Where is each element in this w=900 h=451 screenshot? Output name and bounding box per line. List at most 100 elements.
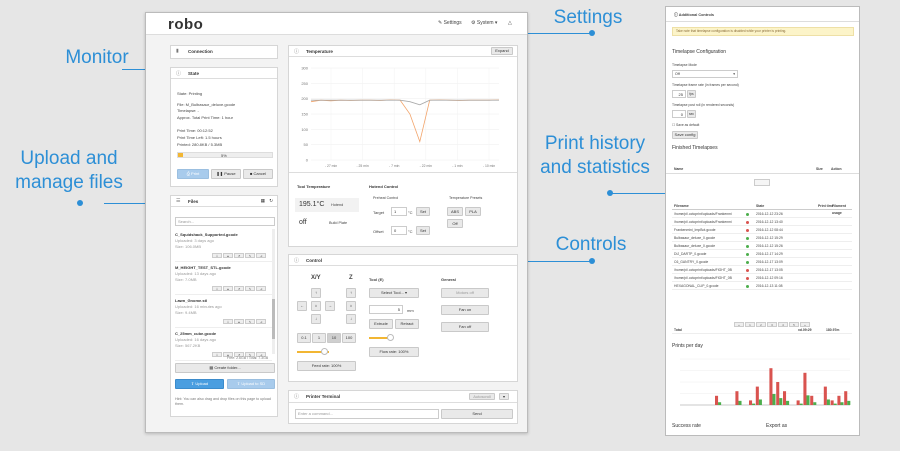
upload-sd-button[interactable]: ⇧ Upload to SD bbox=[227, 379, 275, 389]
system-menu[interactable]: ⚙ System ▾ bbox=[471, 20, 497, 26]
bar-failed bbox=[769, 368, 773, 405]
extrude-button[interactable]: Extrude bbox=[369, 319, 393, 329]
table-row[interactable]: HEXAGONAL_CLIP_0.gcode 2016-12-13 11:08 bbox=[672, 283, 852, 290]
list-item[interactable]: Lawn_Gnome.stl Uploaded: 16 minutes ago … bbox=[175, 295, 272, 328]
file-actions[interactable]: ⇩ ▲ ↺ ✎ ⇥ bbox=[212, 277, 267, 295]
bar-success bbox=[779, 398, 783, 405]
table-row[interactable]: /home/pi/.octoprint/uploads/Frankenmi 201… bbox=[672, 211, 852, 218]
upload-button[interactable]: ⇧ Upload bbox=[175, 379, 224, 389]
refresh-icon[interactable]: ↻ bbox=[269, 198, 273, 204]
cancel-button[interactable]: ■ Cancel bbox=[243, 169, 273, 179]
step-button[interactable]: 0.1 bbox=[297, 333, 311, 343]
pause-button[interactable]: ❚❚ Pause bbox=[211, 169, 241, 179]
history-pagination[interactable]: «1 2 3 4 5» bbox=[734, 313, 818, 327]
home-xy-button[interactable]: ⌂ bbox=[311, 301, 321, 311]
fan-on-button[interactable]: Fan on bbox=[441, 305, 489, 315]
y-tick-label: 100 bbox=[301, 127, 308, 132]
status-badge bbox=[746, 243, 749, 250]
jog-x-plus[interactable]: → bbox=[325, 301, 335, 311]
table-row[interactable]: DIJ_DARTP_0.gcode 2016-12-17 14:29 bbox=[672, 251, 852, 258]
table-row[interactable]: /home/pi/.octoprint/uploads/Frankenmi 201… bbox=[672, 219, 852, 226]
pagination[interactable] bbox=[754, 179, 770, 186]
step-button[interactable]: 10 bbox=[327, 333, 341, 343]
connection-panel[interactable]: ▮ Connection bbox=[170, 45, 278, 59]
step-button[interactable]: 100 bbox=[342, 333, 356, 343]
abs-preset-button[interactable]: ABS bbox=[447, 207, 463, 216]
extrude-amount-input[interactable]: 5 bbox=[369, 305, 403, 314]
offset-input[interactable]: 0 bbox=[391, 226, 407, 235]
file-actions[interactable]: ⇩ ▲ ✎ ⇥ bbox=[223, 310, 267, 328]
fps-label: Timelapse frame rate (in frames per seco… bbox=[672, 83, 739, 87]
unit-label: °C bbox=[408, 210, 413, 215]
callout-dot bbox=[589, 258, 595, 264]
table-row[interactable]: C6_GANTRY_0.gcode 2016-12-17 13:09 bbox=[672, 259, 852, 266]
state-line: Print Time: 00:12:52 bbox=[177, 128, 213, 133]
send-button[interactable]: Send bbox=[441, 409, 513, 419]
home-z-button[interactable]: ⌂ bbox=[346, 301, 356, 311]
create-folder-button[interactable]: ▦ Create folder... bbox=[175, 363, 275, 373]
print-button[interactable]: ⎙ Print bbox=[177, 169, 209, 179]
prints-per-day-chart bbox=[680, 358, 851, 406]
bar-success bbox=[752, 403, 756, 405]
jog-y-minus[interactable]: ↓ bbox=[311, 314, 321, 324]
list-item[interactable]: M_HEIGHT_TEST_STL.gcode Uploaded: 13 day… bbox=[175, 262, 272, 295]
slider-handle[interactable] bbox=[387, 334, 394, 341]
history-date: 2016-12-12 15:29 bbox=[756, 236, 783, 240]
jog-x-minus[interactable]: ← bbox=[297, 301, 307, 311]
set-offset-button[interactable]: Set bbox=[416, 226, 430, 235]
target-input[interactable]: 1 bbox=[391, 207, 407, 216]
jog-y-plus[interactable]: ↑ bbox=[311, 288, 321, 298]
state-line: Printed: 280.8KB / 5.3MB bbox=[177, 142, 223, 147]
step-button[interactable]: 1 bbox=[312, 333, 326, 343]
autoscroll-toggle[interactable]: Autoscroll bbox=[469, 393, 495, 400]
table-row[interactable]: Frankenmini_ImpBot.gcode 2016-12-12 08:44 bbox=[672, 227, 852, 234]
feed-rate-button[interactable]: Feed rate: 100% bbox=[297, 361, 356, 371]
expand-button[interactable]: Expand bbox=[491, 47, 513, 55]
timelapse-mode-select[interactable]: Off ▾ bbox=[672, 70, 738, 78]
table-row[interactable]: Bulbasaur_deluxe_0.gcode 2016-12-12 15:29 bbox=[672, 235, 852, 242]
save-config-button[interactable]: Save config bbox=[672, 131, 698, 139]
settings-menu[interactable]: ✎ Settings bbox=[438, 20, 462, 26]
status-badge bbox=[746, 267, 749, 274]
table-row[interactable]: /home/pi/.octoprint/uploads/FIGHT_0B 2016… bbox=[672, 267, 852, 274]
file-actions[interactable]: ⇩ ▲ ↺ ✎ ⇥ bbox=[212, 244, 267, 262]
preheat-label: Preheat Control bbox=[373, 196, 399, 200]
retract-button[interactable]: Retract bbox=[395, 319, 419, 329]
list-item[interactable]: C_Squidshack_Supported.gcode Uploaded: 3… bbox=[175, 229, 272, 262]
slider-handle[interactable] bbox=[321, 348, 328, 355]
save-default-checkbox[interactable]: ☐ Save as default bbox=[672, 123, 699, 128]
fps-input[interactable]: 25 bbox=[672, 90, 686, 98]
post-roll-input[interactable]: 0 bbox=[672, 110, 686, 118]
bar-failed bbox=[776, 382, 780, 405]
fan-off-button[interactable]: Fan off bbox=[441, 322, 489, 332]
status-badge bbox=[746, 283, 749, 290]
x-tick-label: - 27 min bbox=[325, 164, 337, 168]
file-search-input[interactable]: Search... bbox=[175, 217, 275, 226]
off-preset-button[interactable]: Off bbox=[447, 219, 463, 228]
folder-icon[interactable]: ▦ bbox=[261, 198, 265, 204]
bar-failed bbox=[810, 395, 814, 405]
set-target-button[interactable]: Set bbox=[416, 207, 430, 216]
history-total: Total xd.09:29 180.97m bbox=[672, 327, 852, 334]
chevron-down-icon[interactable]: ▾ bbox=[499, 393, 509, 400]
flow-rate-button[interactable]: Flow rate: 100% bbox=[369, 347, 419, 357]
jog-z-minus[interactable]: ↓ bbox=[346, 314, 356, 324]
select-tool-dropdown[interactable]: Select Tool... ▾ bbox=[369, 288, 419, 298]
state-line: Approx. Total Print Time: 1 hour bbox=[177, 115, 233, 120]
scrollbar[interactable] bbox=[272, 229, 275, 354]
callout-upload: Upload and manage files bbox=[15, 148, 123, 193]
history-date: 2016-12-17 13:09 bbox=[756, 260, 783, 264]
table-row[interactable]: /home/pi/.octoprint/uploads/FIGHT_0B 2016… bbox=[672, 275, 852, 282]
temperature-panel: ⓘ Temperature Expand 300 250 200 150 100 50 0- … bbox=[288, 45, 518, 247]
pla-preset-button[interactable]: PLA bbox=[465, 207, 481, 216]
jog-z-plus[interactable]: ↑ bbox=[346, 288, 356, 298]
motors-off-button[interactable]: Motors off bbox=[441, 288, 489, 298]
callout-dot bbox=[607, 190, 613, 196]
storage-info: Free: 2.6GB / Total: 7.3GB bbox=[227, 356, 269, 360]
bell-icon[interactable]: △ bbox=[508, 20, 512, 26]
table-row[interactable]: Bulbasaur_deluxe_0.gcode 2016-12-12 15:26 bbox=[672, 243, 852, 250]
offset-label: Offset bbox=[373, 229, 384, 234]
history-filename: Bulbasaur_deluxe_0.gcode bbox=[674, 244, 716, 248]
fps-unit: fps bbox=[687, 90, 696, 98]
command-input[interactable]: Enter a command... bbox=[295, 409, 439, 419]
